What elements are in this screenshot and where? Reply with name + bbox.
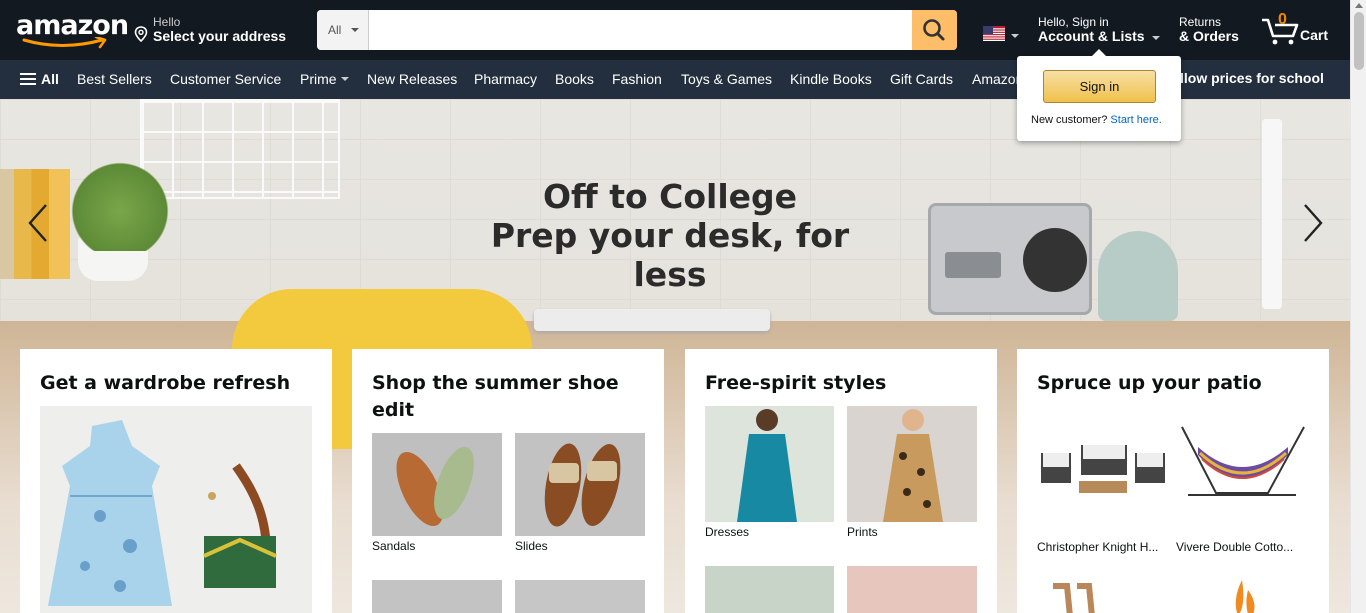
hero-lamp: [1262, 119, 1282, 309]
tile-caption: Christopher Knight H...: [1037, 540, 1159, 554]
hero-radio: [928, 203, 1092, 315]
hero-cactus-holder: [1098, 231, 1178, 321]
us-flag-icon: [983, 26, 1005, 41]
language-selector[interactable]: [983, 26, 1019, 42]
hero-plant: [70, 151, 170, 251]
cart-button[interactable]: 0 Cart: [1260, 10, 1336, 50]
start-here-link[interactable]: Start here.: [1110, 114, 1161, 126]
account-and-lists[interactable]: Hello, Sign in Account & Lists: [1038, 14, 1163, 48]
popover-tip: [1091, 49, 1107, 57]
nav-customer-service[interactable]: Customer Service: [170, 71, 281, 87]
tile-patio-4[interactable]: [1176, 576, 1309, 613]
tile-patio-set[interactable]: Christopher Knight H...: [1037, 419, 1170, 559]
dresses-image: [705, 406, 834, 522]
scrollbar-thumb[interactable]: [1354, 12, 1364, 70]
patio-set-illustration: [1041, 445, 1165, 493]
tile-caption: Slides: [515, 539, 548, 553]
card-title: Shop the summer shoe edit: [372, 372, 619, 421]
search-bar: All: [317, 10, 957, 50]
search-category-select[interactable]: All: [317, 10, 369, 50]
deliver-greeting: Hello: [153, 15, 181, 29]
top-nav: amazon Hello Select your address All Hel…: [0, 0, 1366, 60]
hero-wire-grid: [140, 99, 340, 199]
new-customer-text: New customer? Start here.: [1031, 114, 1162, 126]
tile-caption: Sandals: [372, 539, 416, 553]
nav-books[interactable]: Books: [555, 71, 594, 87]
nav-gift-cards[interactable]: Gift Cards: [890, 71, 953, 87]
cart-count: 0: [1278, 11, 1287, 28]
card-title: Spruce up your patio: [1037, 372, 1262, 394]
carousel-prev-arrow-icon[interactable]: [26, 201, 50, 245]
tile-slides[interactable]: Slides: [515, 433, 645, 553]
sandals-image: [372, 433, 502, 536]
sandals-illustration: [396, 446, 474, 527]
nav-pharmacy[interactable]: Pharmacy: [474, 71, 537, 87]
chevron-down-icon: [340, 77, 349, 81]
tile-hammock[interactable]: Vivere Double Cotto...: [1176, 419, 1309, 559]
chevron-down-icon: [351, 28, 359, 32]
location-pin-icon: [134, 26, 148, 42]
patio-set-image: [1037, 419, 1170, 529]
tile-prints[interactable]: Prints: [847, 406, 977, 541]
card-title: Get a wardrobe refresh: [40, 372, 291, 394]
lounge-chair-illustration: [1053, 583, 1095, 613]
hero-headline: Off to College Prep your desk, for less: [490, 177, 850, 294]
all-menu-button[interactable]: All: [20, 71, 59, 87]
nav-promo-link[interactable]: llow prices for school: [1180, 70, 1324, 86]
slides-illustration: [544, 443, 621, 527]
card-wardrobe-refresh: Get a wardrobe refresh: [20, 349, 332, 613]
cart-label: Cart: [1300, 27, 1329, 43]
prints-image: [847, 406, 977, 522]
nav-prime[interactable]: Prime: [300, 71, 349, 87]
tile-dresses[interactable]: Dresses: [705, 406, 834, 541]
carousel-next-arrow-icon[interactable]: [1301, 201, 1325, 245]
tile-caption: Vivere Double Cotto...: [1176, 540, 1294, 554]
signin-popover: Sign in New customer? Start here.: [1017, 49, 1181, 141]
nav-fashion[interactable]: Fashion: [612, 71, 662, 87]
card-summer-shoe-edit: Shop the summer shoe edit Sandals Slides: [352, 349, 664, 613]
nav-new-releases[interactable]: New Releases: [367, 71, 457, 87]
tile-style-4[interactable]: [847, 566, 977, 613]
chevron-down-icon: [1152, 36, 1160, 40]
card-spruce-up-patio: Spruce up your patio Christopher Knight …: [1017, 349, 1329, 613]
returns-and-orders[interactable]: Returns & Orders: [1179, 14, 1249, 48]
radio-speaker: [1023, 228, 1087, 292]
scroll-up-arrow-icon[interactable]: [1355, 3, 1363, 8]
hammock-illustration: [1181, 426, 1305, 496]
tile-shoe-4[interactable]: [515, 580, 645, 613]
nav-amazon[interactable]: Amazon: [972, 71, 1023, 87]
chevron-down-icon: [1011, 34, 1019, 38]
nav-toys-and-games[interactable]: Toys & Games: [681, 71, 772, 87]
slides-image: [515, 433, 645, 536]
deliver-address: Select your address: [153, 28, 287, 44]
tile-caption: Prints: [847, 525, 878, 539]
tile-shoe-3[interactable]: [372, 580, 502, 613]
tile-caption: Dresses: [705, 525, 750, 539]
nav-best-sellers[interactable]: Best Sellers: [77, 71, 152, 87]
tile-sandals[interactable]: Sandals: [372, 433, 502, 553]
deliver-to-address[interactable]: Hello Select your address: [134, 14, 304, 48]
hero-laptop: [534, 309, 770, 331]
card-free-spirit-styles: Free-spirit styles Dresses Prints: [685, 349, 997, 613]
nav-kindle-books[interactable]: Kindle Books: [790, 71, 872, 87]
search-input[interactable]: [369, 10, 912, 50]
wardrobe-image[interactable]: [40, 406, 312, 613]
radio-display: [945, 252, 1001, 278]
smile-arrow-icon: [22, 37, 107, 49]
tile-style-3[interactable]: [705, 566, 834, 613]
dress-model-illustration: [737, 409, 797, 522]
search-button[interactable]: [912, 10, 957, 50]
print-dress-illustration: [883, 409, 943, 522]
amazon-logo[interactable]: amazon: [16, 12, 129, 50]
signin-button[interactable]: Sign in: [1043, 70, 1156, 103]
fire-pit-illustration: [1235, 580, 1255, 613]
hamburger-menu-icon: [20, 73, 36, 85]
dress-illustration: [48, 420, 277, 606]
card-title: Free-spirit styles: [705, 372, 887, 394]
vertical-scrollbar[interactable]: [1350, 0, 1366, 613]
tile-patio-3[interactable]: [1037, 576, 1170, 613]
search-icon: [923, 19, 945, 41]
hammock-image: [1176, 419, 1309, 529]
